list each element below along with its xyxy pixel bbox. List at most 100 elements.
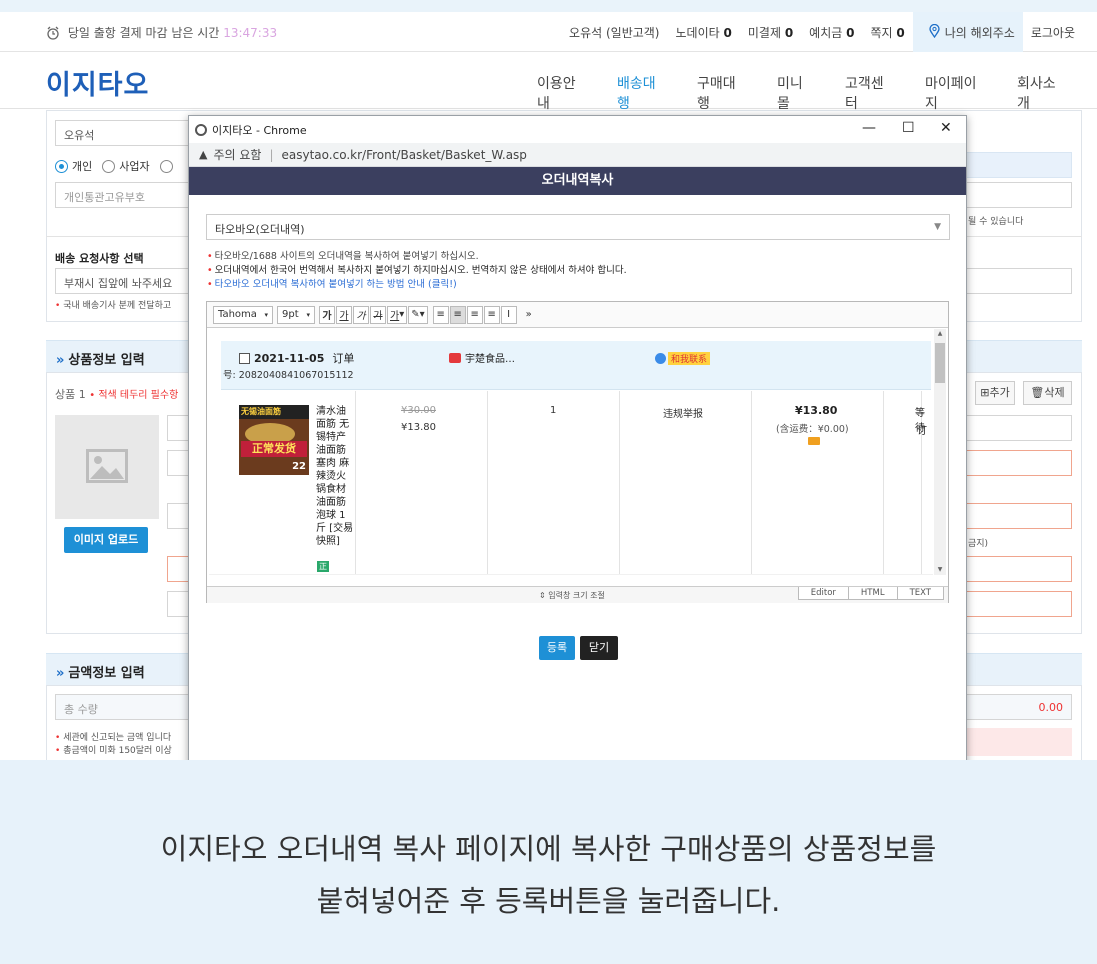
- radio-other[interactable]: [159, 159, 173, 173]
- nav-item-support[interactable]: 고객센터: [845, 73, 893, 113]
- editor-content[interactable]: 2021-11-05 订单 号: 2082040841067015112 宇楚食…: [207, 329, 948, 575]
- column-divider: [883, 391, 884, 575]
- credit-card-icon: [808, 437, 820, 445]
- unpaid-link[interactable]: 미결제 0: [748, 24, 793, 41]
- font-color-button[interactable]: 가 ▾: [387, 305, 408, 324]
- underline-button[interactable]: 가: [336, 305, 352, 324]
- tab-text[interactable]: TEXT: [896, 587, 944, 600]
- vertical-scrollbar[interactable]: ▲ ▼: [934, 329, 946, 575]
- product-title[interactable]: 清水油面筋 无锡特产油面筋塞肉 麻辣烫火锅食材油面筋泡球 1斤 [交易快照]: [316, 405, 354, 548]
- delivery-request-right-field[interactable]: [966, 268, 1072, 294]
- align-left-icon[interactable]: ≡: [432, 305, 449, 324]
- vertical-scroll-thumb[interactable]: [935, 343, 945, 383]
- rich-text-editor[interactable]: Tahoma ▾ 9pt ▾ 가 가 가 가 가 ▾ ✎▾ ≡ ≡ ≡ ≡ I »: [206, 301, 949, 603]
- resize-handle[interactable]: ⇕ 입력창 크기 조절: [539, 590, 605, 601]
- deadline-notice: 당일 출항 결제 마감 남은 시간 13:47:33: [46, 24, 277, 43]
- image-upload-button[interactable]: 이미지 업로드: [64, 527, 148, 553]
- font-select[interactable]: Tahoma ▾: [213, 305, 273, 324]
- nav-item-minimall[interactable]: 미니몰: [777, 73, 813, 113]
- contact-seller-button[interactable]: 和我联系: [668, 352, 711, 365]
- total-qty-field[interactable]: 총 수량: [55, 694, 190, 720]
- thumb-title: 无锡油面筋: [239, 405, 309, 419]
- nav-item-mypage[interactable]: 마이페이지: [925, 73, 985, 113]
- product-right-hint: 금지): [968, 539, 989, 549]
- horizontal-scrollbar[interactable]: [209, 574, 933, 575]
- note-1: • 타오바오/1688 사이트의 오더내역을 복사하여 붙여넣기 하십시오.: [207, 251, 479, 262]
- order-copy-popup: 이지타오 - Chrome — ☐ ✕ ▲ 주의 요함 | easytao.co…: [188, 115, 967, 775]
- nav-item-company[interactable]: 회사소개: [1017, 73, 1065, 113]
- customs-code-field[interactable]: 개인통관고유부호: [55, 182, 190, 208]
- popup-url[interactable]: easytao.co.kr/Front/Basket/Basket_W.asp: [282, 148, 527, 162]
- radio-personal-checked[interactable]: [55, 159, 68, 173]
- product-right-field-3[interactable]: [966, 503, 1072, 529]
- align-right-icon[interactable]: ≡: [466, 305, 483, 324]
- chrome-icon: [195, 123, 207, 136]
- nodata-link[interactable]: 노데이타 0: [676, 24, 732, 41]
- register-button[interactable]: 등록: [539, 636, 575, 660]
- nav-item-shipping[interactable]: 배송대행: [617, 73, 665, 113]
- tab-editor[interactable]: Editor: [797, 587, 849, 600]
- more-tools-button[interactable]: »: [526, 309, 532, 320]
- message-link[interactable]: 쪽지 0: [870, 24, 904, 41]
- bold-button[interactable]: 가: [319, 305, 335, 324]
- strike-button[interactable]: 가: [370, 305, 386, 324]
- user-name[interactable]: 오유석 (일반고객): [569, 24, 659, 41]
- deadline-label: 당일 출항 결제 마감 남은 시간: [67, 26, 220, 40]
- product-right-field-1[interactable]: [966, 415, 1072, 441]
- site-select[interactable]: 타오바오(오더내역) ▼: [206, 214, 950, 240]
- my-address-link[interactable]: 나의 해외주소: [912, 12, 1023, 52]
- radio-personal-label: 개인: [72, 160, 93, 173]
- product-field-3[interactable]: [167, 503, 189, 529]
- order-checkbox[interactable]: [239, 352, 250, 364]
- site-logo[interactable]: 이지타오: [46, 63, 149, 102]
- scroll-up-icon[interactable]: ▲: [934, 329, 946, 339]
- product-thumbnail[interactable]: 无锡油面筋 正常发货 22: [239, 405, 309, 475]
- nav-item-purchase[interactable]: 구매대행: [697, 73, 745, 113]
- product-right-field-4[interactable]: [966, 556, 1072, 582]
- shop-icon: [449, 352, 461, 363]
- font-size-select[interactable]: 9pt ▾: [277, 305, 315, 324]
- logout-link[interactable]: 로그아웃: [1031, 24, 1075, 41]
- clear-format-icon[interactable]: I: [500, 305, 517, 324]
- double-chevron-icon: »: [56, 666, 65, 681]
- product-field-1[interactable]: [167, 415, 189, 441]
- minimize-icon[interactable]: —: [862, 120, 876, 136]
- wangwang-icon: [655, 353, 666, 364]
- nav-item-guide[interactable]: 이용안내: [537, 73, 585, 113]
- main-nav: 이지타오 이용안내 배송대행 구매대행 미니몰 고객센터 마이페이지 회사소개: [0, 53, 1097, 112]
- right-field-blue[interactable]: [966, 152, 1072, 178]
- column-divider: [487, 391, 488, 575]
- product-right-field-2[interactable]: [966, 450, 1072, 476]
- report-link[interactable]: 违规举报: [663, 405, 703, 420]
- product-field-2[interactable]: [167, 450, 189, 476]
- order-word: 订单: [332, 352, 355, 365]
- image-placeholder: [55, 415, 159, 519]
- recipient-name-field[interactable]: 오유석: [55, 120, 190, 146]
- product-field-4[interactable]: [167, 556, 189, 582]
- deposit-link[interactable]: 예치금 0: [809, 24, 854, 41]
- security-label[interactable]: 주의 요함: [213, 146, 261, 163]
- caption-line-2: 붙혀넣어준 후 등록버튼을 눌러줍니다.: [316, 884, 781, 918]
- note-3-help-link[interactable]: • 타오바오 오더내역 복사하여 붙여넣기 하는 방법 안내 (클릭!): [207, 278, 627, 292]
- radio-business[interactable]: [102, 159, 116, 173]
- order-date: 2021-11-05: [254, 351, 325, 365]
- product-right-field-5[interactable]: [966, 591, 1072, 617]
- align-justify-icon[interactable]: ≡: [483, 305, 500, 324]
- delete-product-button[interactable]: 🗑삭제: [1023, 381, 1072, 405]
- maximize-icon[interactable]: ☐: [902, 120, 915, 136]
- editor-toolbar: Tahoma ▾ 9pt ▾ 가 가 가 가 가 ▾ ✎▾ ≡ ≡ ≡ ≡ I »: [207, 302, 948, 328]
- close-button[interactable]: 닫기: [580, 636, 618, 660]
- scroll-down-icon[interactable]: ▼: [934, 566, 946, 573]
- column-divider: [751, 391, 752, 575]
- highlight-button[interactable]: ✎▾: [408, 305, 428, 324]
- align-center-icon[interactable]: ≡: [449, 305, 466, 324]
- italic-button[interactable]: 가: [353, 305, 369, 324]
- close-icon[interactable]: ✕: [940, 120, 952, 136]
- add-product-button[interactable]: ⊞추가: [975, 381, 1015, 405]
- delivery-request-select[interactable]: 부재시 집앞에 놔주세요: [55, 268, 190, 294]
- right-field[interactable]: [966, 182, 1072, 208]
- shop-name[interactable]: 宇楚食品…: [465, 350, 515, 365]
- original-price: ¥30.00: [401, 405, 436, 416]
- tab-html[interactable]: HTML: [847, 587, 898, 600]
- product-field-5[interactable]: [167, 591, 189, 617]
